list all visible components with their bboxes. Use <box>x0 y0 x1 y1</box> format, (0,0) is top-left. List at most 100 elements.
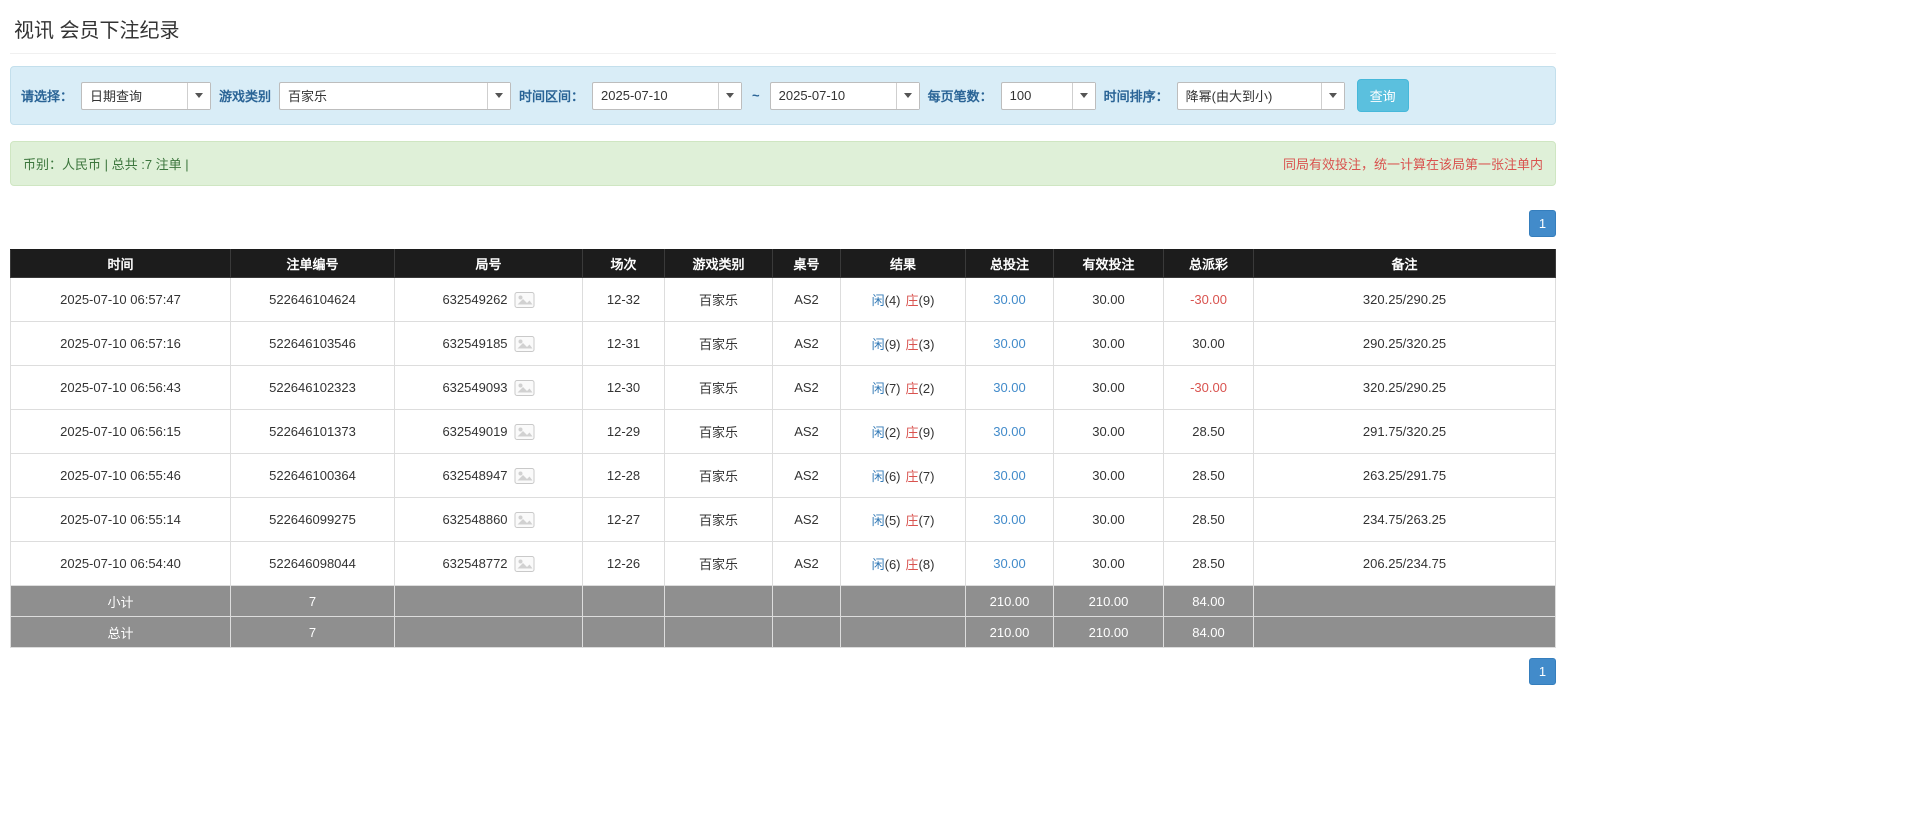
page-size-select[interactable]: 100 <box>1001 82 1096 110</box>
total-bet-link[interactable]: 30.00 <box>993 468 1026 483</box>
date-to-value: 2025-07-10 <box>771 83 896 109</box>
cell-table-no: AS2 <box>773 542 841 586</box>
bet-records-table: 时间 注单编号 局号 场次 游戏类别 桌号 结果 总投注 有效投注 总派彩 备注… <box>10 249 1556 648</box>
chevron-down-icon[interactable] <box>718 83 741 109</box>
total-count: 7 <box>231 617 395 648</box>
date-to-select[interactable]: 2025-07-10 <box>770 82 920 110</box>
cell-note: 263.25/291.75 <box>1254 454 1556 498</box>
pagination-top: 1 <box>10 210 1556 237</box>
cell-valid-bet: 30.00 <box>1054 322 1164 366</box>
cell-session: 12-28 <box>583 454 665 498</box>
round-video-icon[interactable] <box>514 379 535 397</box>
cell-time: 2025-07-10 06:54:40 <box>11 542 231 586</box>
round-video-icon[interactable] <box>514 555 535 573</box>
cell-result: 闲(5)庄(7) <box>841 498 966 542</box>
page-size-label: 每页笔数： <box>928 86 993 105</box>
cell-bet-id: 522646099275 <box>231 498 395 542</box>
total-bet-link[interactable]: 30.00 <box>993 556 1026 571</box>
result-player-score: (4) <box>885 293 901 308</box>
total-bet-link[interactable]: 30.00 <box>993 336 1026 351</box>
cell-session: 12-29 <box>583 410 665 454</box>
cell-round-id: 632549093 <box>395 366 583 410</box>
subtotal-label: 小计 <box>11 586 231 617</box>
header-bet-id: 注单编号 <box>231 250 395 278</box>
cell-time: 2025-07-10 06:55:46 <box>11 454 231 498</box>
cell-note: 234.75/263.25 <box>1254 498 1556 542</box>
header-time: 时间 <box>11 250 231 278</box>
page-button-1[interactable]: 1 <box>1529 658 1556 685</box>
total-bet-link[interactable]: 30.00 <box>993 512 1026 527</box>
cell-round-id: 632549019 <box>395 410 583 454</box>
total-bet-link[interactable]: 30.00 <box>993 292 1026 307</box>
page-button-1[interactable]: 1 <box>1529 210 1556 237</box>
result-banker-label: 庄 <box>906 469 919 484</box>
cell-time: 2025-07-10 06:57:47 <box>11 278 231 322</box>
round-video-icon[interactable] <box>514 467 535 485</box>
chevron-down-icon[interactable] <box>187 83 210 109</box>
round-video-icon[interactable] <box>514 291 535 309</box>
date-from-select[interactable]: 2025-07-10 <box>592 82 742 110</box>
cell-payout: 30.00 <box>1164 322 1254 366</box>
cell-game-type: 百家乐 <box>665 498 773 542</box>
cell-valid-bet: 30.00 <box>1054 278 1164 322</box>
total-bet-link[interactable]: 30.00 <box>993 380 1026 395</box>
search-button[interactable]: 查询 <box>1357 79 1409 112</box>
game-type-select[interactable]: 百家乐 <box>279 82 511 110</box>
table-row: 2025-07-10 06:56:15 522646101373 6325490… <box>11 410 1556 454</box>
cell-table-no: AS2 <box>773 278 841 322</box>
filter-bar: 请选择： 日期查询 游戏类别 百家乐 时间区间： 2025-07-10 ~ 20… <box>10 66 1556 125</box>
result-banker-label: 庄 <box>906 425 919 440</box>
cell-round-id: 632549185 <box>395 322 583 366</box>
time-sort-select[interactable]: 降幂(由大到小) <box>1177 82 1345 110</box>
query-type-select[interactable]: 日期查询 <box>81 82 211 110</box>
cell-valid-bet: 30.00 <box>1054 410 1164 454</box>
table-row: 2025-07-10 06:54:40 522646098044 6325487… <box>11 542 1556 586</box>
round-video-icon[interactable] <box>514 511 535 529</box>
cell-result: 闲(7)庄(2) <box>841 366 966 410</box>
cell-session: 12-31 <box>583 322 665 366</box>
date-range-tilde: ~ <box>750 88 762 103</box>
date-from-value: 2025-07-10 <box>593 83 718 109</box>
cell-game-type: 百家乐 <box>665 322 773 366</box>
round-id-value: 632548772 <box>442 556 507 571</box>
cell-round-id: 632548860 <box>395 498 583 542</box>
round-video-icon[interactable] <box>514 423 535 441</box>
result-player-label: 闲 <box>872 337 885 352</box>
table-row: 2025-07-10 06:57:47 522646104624 6325492… <box>11 278 1556 322</box>
header-game-type: 游戏类别 <box>665 250 773 278</box>
table-header-row: 时间 注单编号 局号 场次 游戏类别 桌号 结果 总投注 有效投注 总派彩 备注 <box>11 250 1556 278</box>
date-range-label: 时间区间： <box>519 86 584 105</box>
cell-bet-id: 522646103546 <box>231 322 395 366</box>
header-round-id: 局号 <box>395 250 583 278</box>
chevron-down-icon[interactable] <box>487 83 510 109</box>
chevron-down-icon[interactable] <box>1072 83 1095 109</box>
cell-time: 2025-07-10 06:55:14 <box>11 498 231 542</box>
cell-table-no: AS2 <box>773 366 841 410</box>
subtotal-count: 7 <box>231 586 395 617</box>
total-payout: 84.00 <box>1164 617 1254 648</box>
cell-session: 12-30 <box>583 366 665 410</box>
result-banker-score: (7) <box>919 513 935 528</box>
pagination-bottom: 1 <box>10 658 1556 705</box>
result-banker-label: 庄 <box>906 557 919 572</box>
cell-session: 12-32 <box>583 278 665 322</box>
cell-bet-id: 522646100364 <box>231 454 395 498</box>
cell-note: 290.25/320.25 <box>1254 322 1556 366</box>
total-bet-link[interactable]: 30.00 <box>993 424 1026 439</box>
cell-result: 闲(6)庄(7) <box>841 454 966 498</box>
page-size-value: 100 <box>1002 83 1072 109</box>
cell-session: 12-26 <box>583 542 665 586</box>
query-type-label: 请选择： <box>21 86 73 105</box>
round-video-icon[interactable] <box>514 335 535 353</box>
cell-bet-id: 522646098044 <box>231 542 395 586</box>
cell-total-bet: 30.00 <box>966 366 1054 410</box>
round-id-value: 632548860 <box>442 512 507 527</box>
chevron-down-icon[interactable] <box>896 83 919 109</box>
result-player-label: 闲 <box>872 557 885 572</box>
total-label: 总计 <box>11 617 231 648</box>
table-row: 2025-07-10 06:55:14 522646099275 6325488… <box>11 498 1556 542</box>
result-player-score: (7) <box>885 381 901 396</box>
chevron-down-icon[interactable] <box>1321 83 1344 109</box>
header-table-no: 桌号 <box>773 250 841 278</box>
result-banker-label: 庄 <box>906 381 919 396</box>
